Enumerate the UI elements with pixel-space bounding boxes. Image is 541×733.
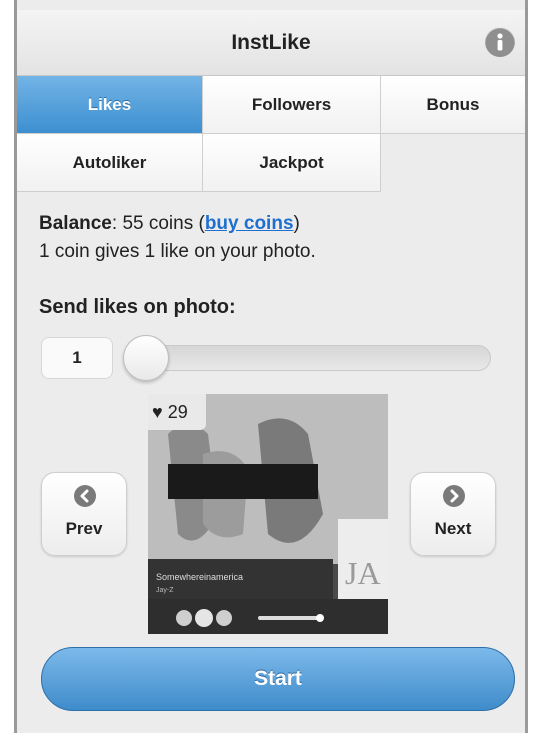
start-button[interactable]: Start <box>41 647 515 711</box>
buy-coins-link[interactable]: buy coins <box>205 213 294 234</box>
likes-count-field[interactable]: 1 <box>41 337 113 379</box>
rate-text: 1 coin gives 1 like on your photo. <box>39 241 316 262</box>
likes-slider-track[interactable] <box>130 345 491 371</box>
album-cover-image: JA Somewhereinamerica Jay-Z <box>148 394 388 634</box>
app-title: InstLike <box>231 31 311 54</box>
chevron-left-icon <box>74 485 96 507</box>
prev-button[interactable]: Prev <box>41 472 127 556</box>
tab-followers[interactable]: Followers <box>203 76 381 134</box>
tab-jackpot[interactable]: Jackpot <box>203 134 381 192</box>
photo-preview: JA Somewhereinamerica Jay-Z ♥ 29 <box>148 394 388 634</box>
next-label: Next <box>434 519 472 538</box>
tab-likes[interactable]: Likes <box>17 76 203 134</box>
photo-side-letters: JA <box>345 555 381 591</box>
balance-label: Balance <box>39 213 112 234</box>
paren-open: ( <box>193 213 205 234</box>
info-icon[interactable] <box>485 27 515 57</box>
balance-info: Balance: 55 coins (buy coins) 1 coin giv… <box>39 210 509 266</box>
tab-autoliker[interactable]: Autoliker <box>17 134 203 192</box>
track-artist: Jay-Z <box>156 587 174 594</box>
photo-likes-badge: ♥ 29 <box>148 394 206 430</box>
send-likes-label: Send likes on photo: <box>39 296 236 318</box>
paren-close: ) <box>293 213 300 234</box>
app-frame: InstLike Likes Followers Bonus Autoliker… <box>14 0 528 733</box>
next-button[interactable]: Next <box>410 472 496 556</box>
track-title: Somewhereinamerica <box>156 572 243 582</box>
header-bar: InstLike <box>17 10 525 76</box>
balance-line: Balance: 55 coins (buy coins) <box>39 210 509 238</box>
balance-sep: : <box>111 213 123 234</box>
likes-slider-thumb[interactable] <box>123 335 169 381</box>
prev-label: Prev <box>65 519 103 538</box>
balance-amount: 55 coins <box>122 213 194 234</box>
tab-bonus[interactable]: Bonus <box>381 76 525 134</box>
chevron-right-icon <box>443 485 465 507</box>
